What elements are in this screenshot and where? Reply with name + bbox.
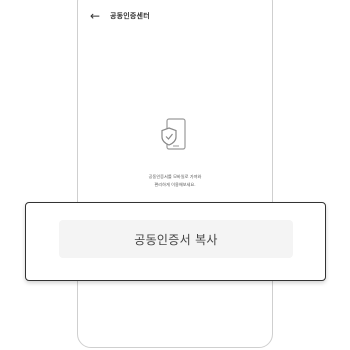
highlight-card: 공동인증서 복사 bbox=[25, 202, 326, 281]
arrow-left-icon[interactable]: ← bbox=[90, 10, 104, 22]
page-title: 공동인증센터 bbox=[110, 12, 150, 20]
copy-certificate-button[interactable]: 공동인증서 복사 bbox=[59, 220, 293, 258]
phone-shield-check-icon bbox=[161, 118, 186, 150]
description: 공동인증서를 모바일로 가져와 편리하게 이용해보세요. bbox=[110, 173, 240, 189]
description-line-2: 편리하게 이용해보세요. bbox=[154, 182, 196, 187]
screen: ← 공동인증센터 공동인증서를 모바일로 가져와 편리하게 이용해보세요. 공동… bbox=[0, 0, 350, 350]
top-bar: ← 공동인증센터 bbox=[90, 8, 150, 24]
description-line-1: 공동인증서를 모바일로 가져와 bbox=[148, 174, 202, 179]
